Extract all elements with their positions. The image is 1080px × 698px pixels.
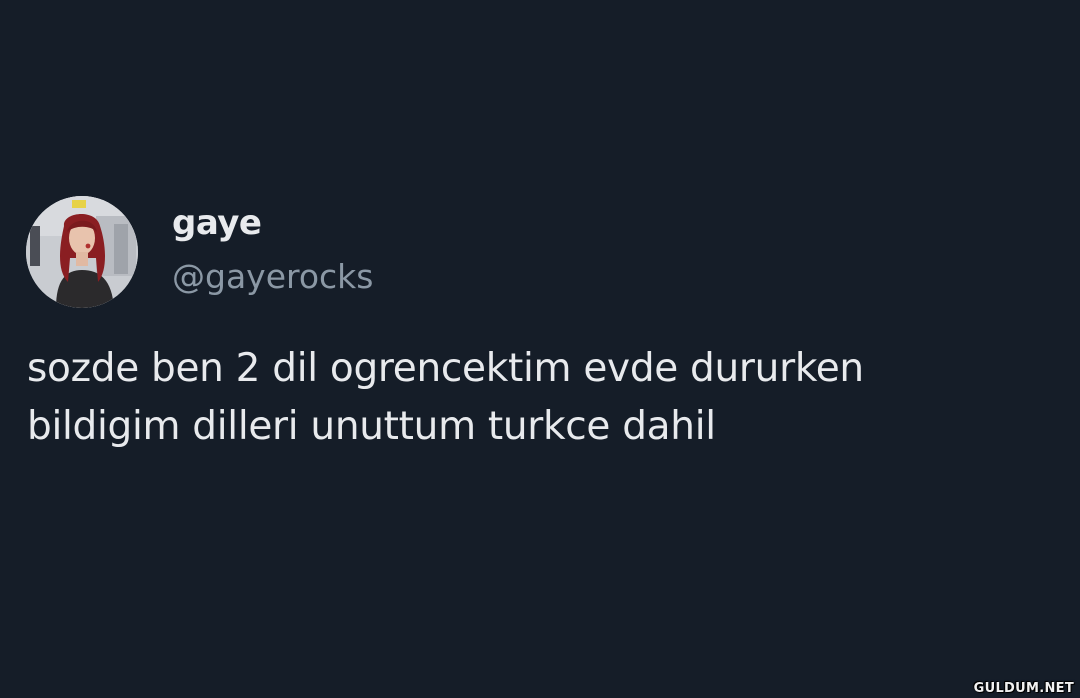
tweet-text-line-1: sozde ben 2 dil ogrencektim evde dururke… [27,346,864,391]
display-name[interactable]: gaye [172,203,373,243]
tweet-text-line-2: bildigim dilleri unuttum turkce dahil [27,404,716,449]
user-handle[interactable]: @gayerocks [172,257,373,297]
author-names: gaye @gayerocks [172,203,373,297]
avatar[interactable] [26,196,138,308]
tweet-screenshot: gaye @gayerocks sozde ben 2 dil ogrencek… [0,0,1080,698]
site-watermark: GULDUM.NET [973,681,1074,696]
avatar-photo-icon [26,196,138,308]
tweet-header: gaye @gayerocks [26,196,373,308]
tweet-text: sozde ben 2 dil ogrencektim evde dururke… [27,340,1057,456]
